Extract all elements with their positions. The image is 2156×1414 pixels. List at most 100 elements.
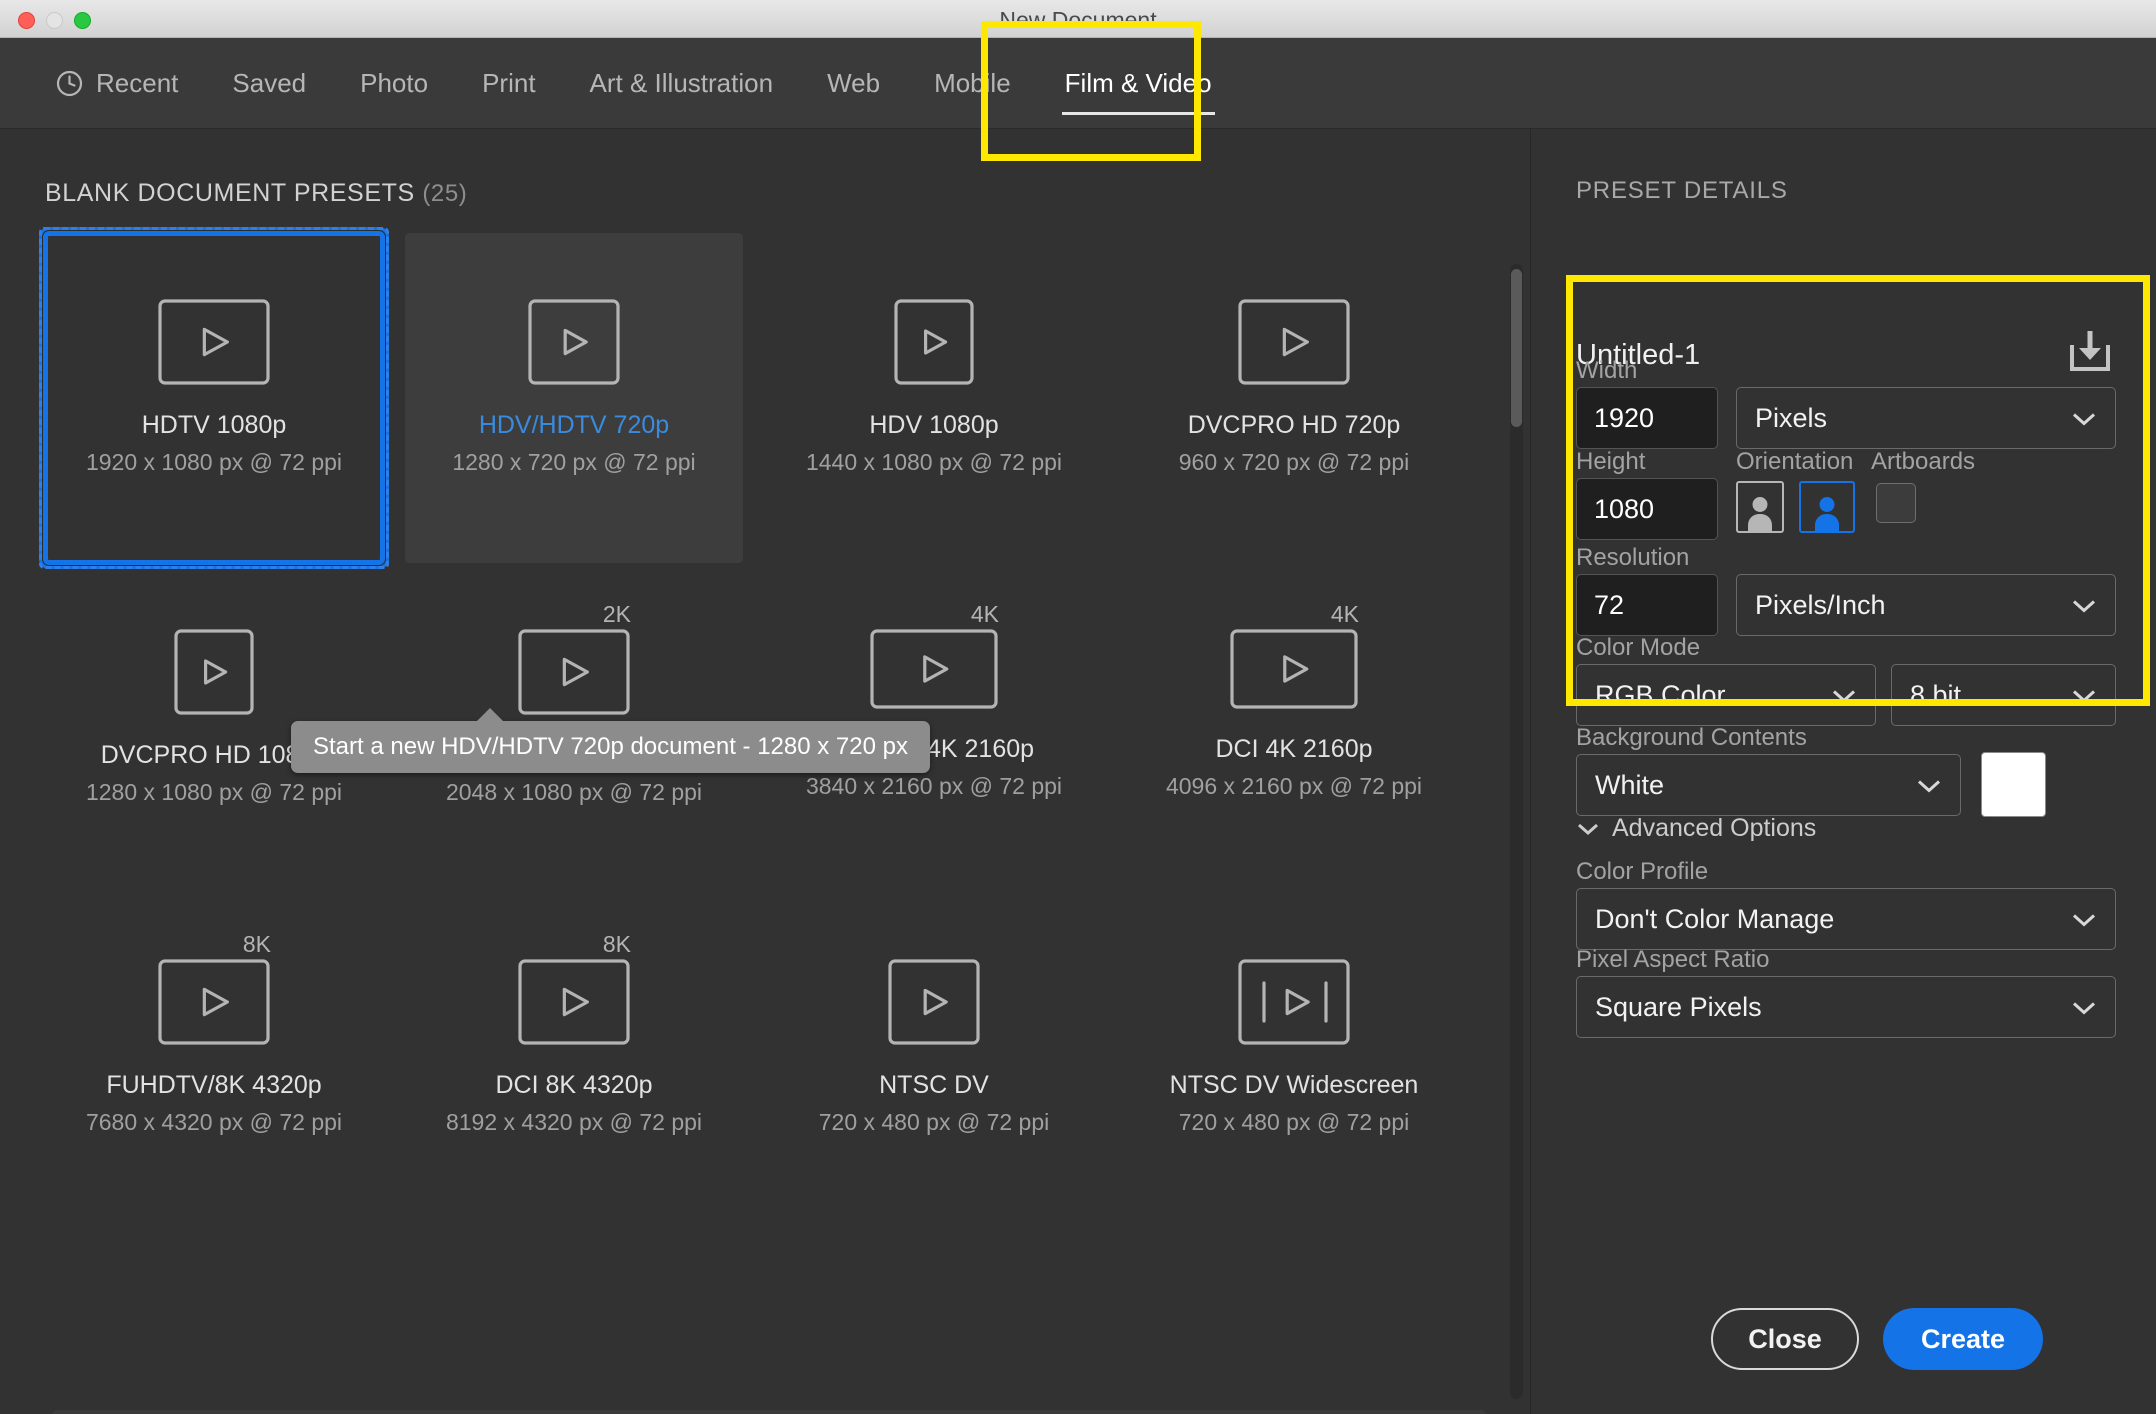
preset-card[interactable]: DVCPRO HD 720p 960 x 720 px @ 72 ppi [1125,233,1463,563]
create-button[interactable]: Create [1883,1308,2043,1370]
presets-section-label: BLANK DOCUMENT PRESETS [45,179,415,207]
tab-photo[interactable]: Photo [333,38,455,129]
dialog-actions: Close Create [1531,1283,2156,1413]
chevron-down-icon [1916,770,1942,801]
preset-name: DCI 4K 2160p [1215,735,1373,763]
tab-print[interactable]: Print [455,38,562,129]
preset-card[interactable]: HDTV 1080p 1920 x 1080 px @ 72 ppi [39,227,389,569]
pixel-aspect-ratio-select[interactable]: Square Pixels [1576,976,2116,1038]
tab-label: Saved [232,68,307,98]
preset-cell: NTSC DV Widescreen 720 x 480 px @ 72 ppi [1125,893,1485,1223]
preset-resolution-badge: 2K [602,601,631,627]
preset-name: DVCPRO HD 720p [1187,411,1401,439]
chevron-down-icon [2071,992,2097,1023]
resolution-label: Resolution [1576,544,1690,571]
preset-name: HDV 1080p [869,411,999,439]
presets-scrollbar-track[interactable] [1510,264,1523,1399]
save-preset-icon[interactable] [2064,325,2116,382]
background-contents-select[interactable]: White [1576,754,1961,816]
tab-label: Print [482,68,536,98]
tab-art[interactable]: Art & Illustration [563,38,801,129]
preset-name: HDV/HDTV 720p [478,411,670,439]
preset-details-heading: PRESET DETAILS [1576,177,1788,204]
orientation-landscape-button[interactable] [1799,481,1855,533]
tab-label: Mobile [934,68,1011,98]
height-input[interactable] [1576,478,1718,540]
presets-section-title: BLANK DOCUMENT PRESETS (25) [45,179,467,208]
preset-dimensions: 7680 x 4320 px @ 72 ppi [85,1109,343,1135]
preset-card[interactable]: NTSC DV Widescreen 720 x 480 px @ 72 ppi [1125,893,1463,1223]
preset-resolution-badge: 8K [242,931,271,957]
window-titlebar: New Document [0,0,2156,38]
chevron-down-icon [2071,680,2097,711]
tab-label: Art & Illustration [589,68,774,98]
preset-dimensions: 2048 x 1080 px @ 72 ppi [445,779,703,805]
tab-web[interactable]: Web [800,38,907,129]
color-mode-select[interactable]: RGB Color [1576,664,1876,726]
category-tabbar: Recent Saved Photo Print Art & Illustration W… [0,38,2156,129]
color-profile-select[interactable]: Don't Color Manage [1576,888,2116,950]
preset-name: HDTV 1080p [141,411,287,439]
width-label: Width [1576,357,1638,384]
preset-dimensions: 1920 x 1080 px @ 72 ppi [85,449,343,475]
preset-dimensions: 1280 x 1080 px @ 72 ppi [85,779,343,805]
color-mode-value: RGB Color [1595,679,1726,710]
presets-scrollbar-thumb[interactable] [1511,269,1522,427]
background-contents-label: Background Contents [1576,724,1807,751]
orientation-portrait-button[interactable] [1736,481,1784,533]
advanced-options-label: Advanced Options [1612,814,1817,842]
tab-film-video[interactable]: Film & Video [1038,38,1239,129]
tab-label: Web [827,68,881,98]
artboards-checkbox[interactable] [1876,483,1916,523]
preset-cell: HDV/HDTV 720p 1280 x 720 px @ 72 ppi [405,233,765,563]
portrait-person-icon [1747,497,1773,531]
close-button[interactable]: Close [1711,1308,1859,1370]
chevron-down-icon [2071,904,2097,935]
resolution-unit-select[interactable]: Pixels/Inch [1736,574,2116,636]
preset-thumbnail-icon: 4K [870,601,999,709]
artboards-label: Artboards [1871,448,1976,475]
preset-card[interactable]: NTSC DV 720 x 480 px @ 72 ppi [765,893,1103,1223]
background-contents-value: White [1595,769,1665,800]
preset-thumbnail-icon [888,959,980,1045]
tab-label: Photo [360,68,429,98]
advanced-options-toggle[interactable]: Advanced Options [1576,814,1816,843]
preset-name: NTSC DV [879,1071,989,1099]
preset-dimensions: 960 x 720 px @ 72 ppi [1178,449,1410,475]
resolution-input[interactable] [1576,574,1718,636]
chevron-down-icon [2071,403,2097,434]
preset-cell: HDTV 1080p 1920 x 1080 px @ 72 ppi [39,227,405,569]
category-tabs: Recent Saved Photo Print Art & Illustration W… [44,38,1239,129]
preset-cell: NTSC DV 720 x 480 px @ 72 ppi [765,893,1125,1223]
chevron-down-icon [2071,590,2097,621]
document-name-input[interactable] [1576,339,2046,372]
width-input[interactable] [1576,387,1718,449]
bit-depth-value: 8 bit [1910,679,1962,710]
preset-card[interactable]: 8K DCI 8K 4320p 8192 x 4320 px @ 72 ppi [405,893,743,1223]
preset-card[interactable]: HDV/HDTV 720p 1280 x 720 px @ 72 ppi [405,233,743,563]
bit-depth-select[interactable]: 8 bit [1891,664,2116,726]
tab-recent[interactable]: Recent [44,38,205,129]
color-mode-label: Color Mode [1576,634,1701,661]
window-title: New Document [999,7,1157,33]
preset-card[interactable]: 8K FUHDTV/8K 4320p 7680 x 4320 px @ 72 ppi [45,893,383,1223]
background-color-swatch[interactable] [1981,752,2046,817]
preset-thumbnail-icon [158,299,270,385]
preset-cell: 8K FUHDTV/8K 4320p 7680 x 4320 px @ 72 ppi [45,893,405,1223]
preset-thumbnail-icon [174,629,254,715]
preset-resolution-badge: 8K [602,931,631,957]
tab-mobile[interactable]: Mobile [907,38,1038,129]
resolution-unit-value: Pixels/Inch [1755,589,1886,620]
preset-card[interactable]: 4K DCI 4K 2160p 4096 x 2160 px @ 72 ppi [1125,563,1463,893]
preset-cell: DVCPRO HD 720p 960 x 720 px @ 72 ppi [1125,233,1485,563]
preset-card[interactable]: HDV 1080p 1440 x 1080 px @ 72 ppi [765,233,1103,563]
preset-row: HDTV 1080p 1920 x 1080 px @ 72 ppi HDV/HDT… [39,227,1485,569]
color-profile-value: Don't Color Manage [1595,903,1835,934]
tab-label: Recent [96,68,179,98]
width-unit-select[interactable]: Pixels [1736,387,2116,449]
preset-details-pane: PRESET DETAILS Width Pixels Height Orien… [1530,129,2156,1414]
presets-pane: BLANK DOCUMENT PRESETS (25) HDTV 1080p 19… [0,129,1528,1414]
tab-saved[interactable]: Saved [205,38,333,129]
preset-thumbnail-icon: 2K [518,601,631,715]
preset-dimensions: 720 x 480 px @ 72 ppi [818,1109,1050,1135]
